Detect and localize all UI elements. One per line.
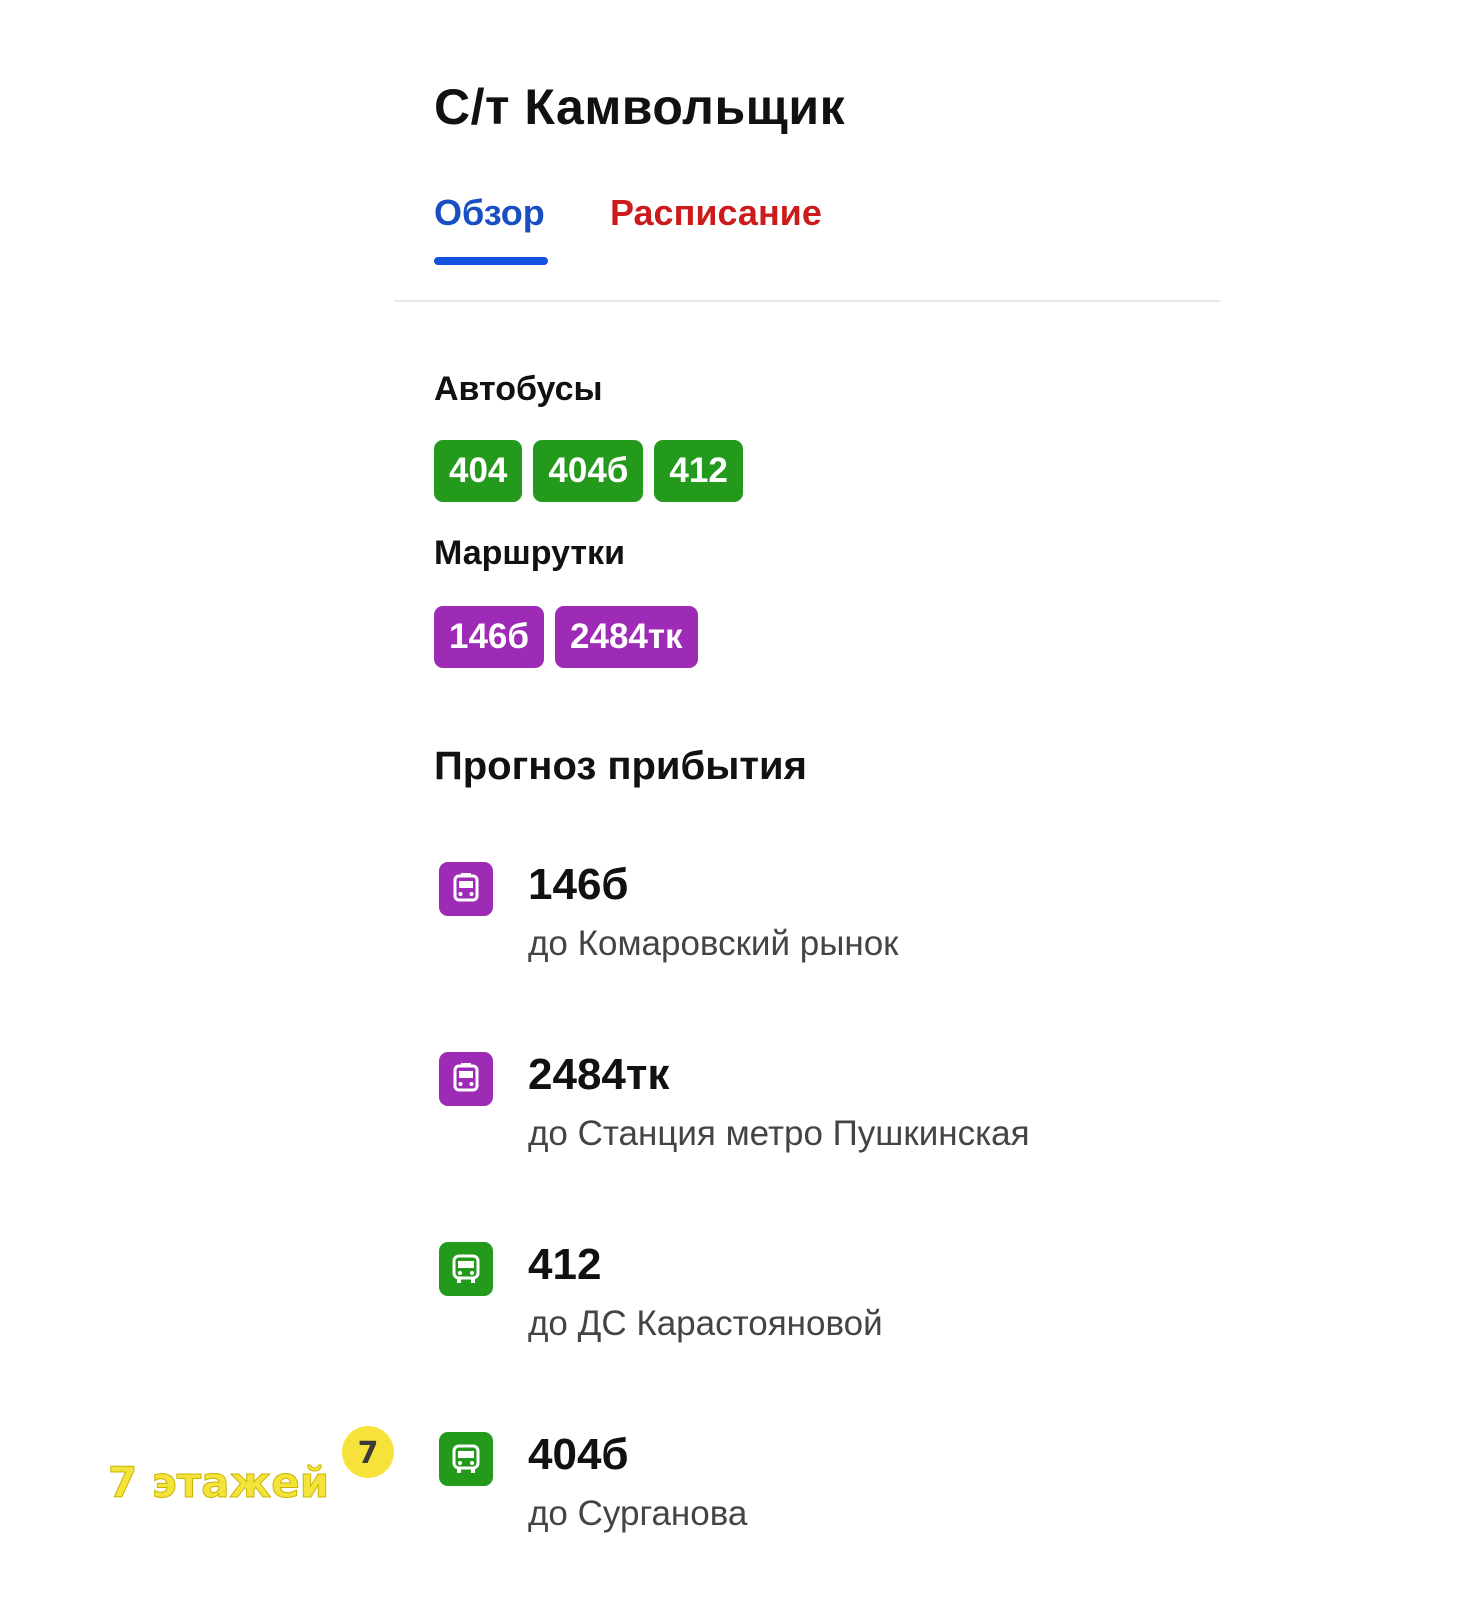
watermark: 7 этажей 7 bbox=[107, 1426, 398, 1516]
tab-schedule[interactable]: Расписание bbox=[610, 192, 822, 234]
arrival-destination: до Комаровский рынок bbox=[528, 924, 899, 963]
active-tab-indicator bbox=[434, 257, 548, 265]
watermark-text: 7 этажей bbox=[107, 1458, 330, 1508]
arrival-item[interactable]: 404б до Сурганова bbox=[434, 1430, 1194, 1550]
arrival-item[interactable]: 146б до Комаровский рынок bbox=[434, 860, 1194, 980]
bus-route-chip[interactable]: 404 bbox=[434, 440, 523, 502]
arrival-destination: до ДС Карастояновой bbox=[528, 1304, 883, 1343]
watermark-badge-number: 7 bbox=[358, 1436, 379, 1471]
bus-icon bbox=[439, 1242, 493, 1296]
minibus-route-chip[interactable]: 146б bbox=[434, 606, 545, 668]
buses-label: Автобусы bbox=[434, 370, 603, 408]
bus-icon bbox=[439, 1432, 493, 1486]
arrival-route-number: 412 bbox=[528, 1240, 602, 1289]
forecast-title: Прогноз прибытия bbox=[434, 744, 807, 788]
arrival-route-number: 2484тк bbox=[528, 1050, 670, 1099]
arrival-route-number: 146б bbox=[528, 860, 629, 909]
stop-panel: С/т Камвольщик Обзор Расписание Автобусы… bbox=[0, 0, 1480, 1600]
page-title: С/т Камвольщик bbox=[434, 79, 846, 135]
arrival-route-number: 404б bbox=[528, 1430, 629, 1479]
divider bbox=[394, 300, 1220, 302]
bus-routes-list: 404 404б 412 bbox=[434, 440, 743, 502]
arrival-item[interactable]: 412 до ДС Карастояновой bbox=[434, 1240, 1194, 1360]
minibus-icon bbox=[439, 862, 493, 916]
arrival-destination: до Сурганова bbox=[528, 1494, 748, 1533]
minibus-route-chip[interactable]: 2484тк bbox=[555, 606, 698, 668]
minibus-icon bbox=[439, 1052, 493, 1106]
minibuses-label: Маршрутки bbox=[434, 534, 625, 572]
arrival-destination: до Станция метро Пушкинская bbox=[528, 1114, 1030, 1153]
bus-route-chip[interactable]: 412 bbox=[654, 440, 743, 502]
watermark-logo-icon: 7 bbox=[342, 1426, 394, 1478]
tab-overview[interactable]: Обзор bbox=[434, 192, 545, 234]
arrival-item[interactable]: 2484тк до Станция метро Пушкинская bbox=[434, 1050, 1194, 1170]
bus-route-chip[interactable]: 404б bbox=[533, 440, 644, 502]
minibus-routes-list: 146б 2484тк bbox=[434, 606, 698, 668]
